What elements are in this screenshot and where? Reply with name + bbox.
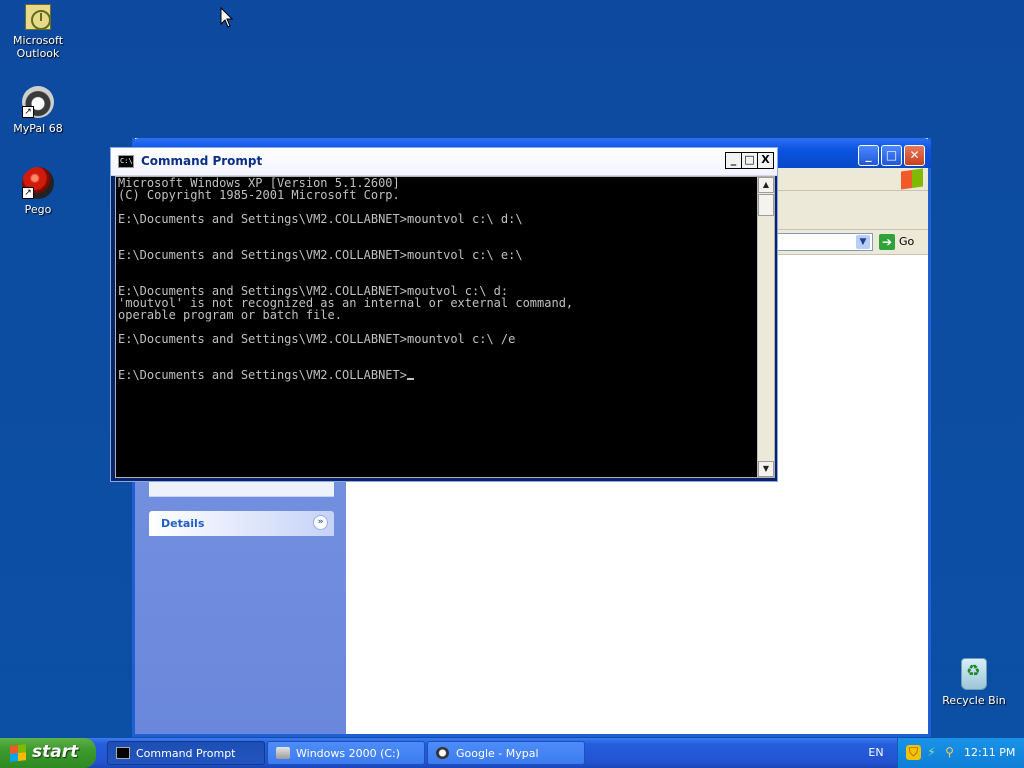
console-area[interactable]: Microsoft Windows XP [Version 5.1.2600] … [115, 176, 775, 478]
desktop-icon-label: Microsoft Outlook [0, 34, 76, 60]
go-arrow-icon: ➔ [879, 234, 895, 250]
console-line: (C) Copyright 1985-2001 Microsoft Corp. [118, 188, 400, 202]
outlook-icon [25, 4, 51, 30]
console-output[interactable]: Microsoft Windows XP [Version 5.1.2600] … [118, 177, 756, 477]
details-label: Details [161, 517, 205, 530]
clock[interactable]: 12:11 PM [964, 738, 1015, 768]
taskbar-button-windows-2000[interactable]: Windows 2000 (C:) [267, 741, 425, 765]
console-line: operable program or batch file. [118, 308, 342, 322]
details-panel-header[interactable]: Details » [149, 511, 334, 536]
desktop-icon-label: Recycle Bin [942, 694, 1006, 707]
explorer-close-button[interactable]: ✕ [904, 145, 925, 166]
window-title: Command Prompt [141, 154, 263, 168]
explorer-maximize-button[interactable]: □ [881, 145, 902, 166]
start-button[interactable]: start [0, 738, 96, 768]
drive-icon [276, 747, 290, 759]
close-button[interactable]: X [757, 152, 774, 169]
taskbar-button-label: Command Prompt [136, 747, 236, 760]
outlook-label-line2: Outlook [16, 47, 60, 60]
maximize-button[interactable]: □ [741, 152, 758, 169]
taskbar: start Command Prompt Windows 2000 (C:) G… [0, 738, 1024, 768]
desktop-icon-outlook[interactable]: Microsoft Outlook [0, 4, 76, 60]
go-label: Go [899, 235, 915, 248]
go-button[interactable]: ➔ Go [879, 233, 914, 251]
shortcut-arrow-icon: ↗ [22, 106, 34, 118]
address-input[interactable]: ▼ [775, 233, 873, 251]
mypal-icon [436, 747, 449, 759]
recycle-bin-icon [961, 658, 987, 690]
chevron-down-icon[interactable]: ▼ [856, 235, 870, 249]
vertical-scrollbar[interactable]: ▲ ▼ [757, 177, 774, 477]
desktop-icon-label: Pego [24, 203, 52, 216]
cmd-titlebar[interactable]: C:\ Command Prompt _ □ X [111, 148, 777, 176]
language-indicator[interactable]: EN [862, 738, 890, 768]
start-label: start [32, 742, 79, 762]
network-icon[interactable]: ⚡ [924, 745, 939, 760]
scroll-thumb[interactable] [758, 194, 774, 216]
mouse-pointer-icon [220, 7, 234, 28]
taskbar-button-command-prompt[interactable]: Command Prompt [107, 741, 265, 765]
cmd-icon [116, 747, 130, 759]
desktop-icon-label: MyPal 68 [13, 122, 63, 135]
system-tray: ⛉ ⚡ ⚲ 12:11 PM [897, 738, 1024, 768]
pego-icon: ↗ [22, 167, 54, 199]
console-line: E:\Documents and Settings\VM2.COLLABNET>… [118, 212, 523, 226]
console-line: E:\Documents and Settings\VM2.COLLABNET>… [118, 332, 516, 346]
windows-logo-icon [10, 744, 26, 762]
chevron-down-icon[interactable]: » [313, 515, 328, 530]
outlook-label-line1: Microsoft [12, 34, 64, 47]
security-shield-icon[interactable]: ⛉ [906, 745, 921, 760]
scroll-down-icon[interactable]: ▼ [758, 461, 774, 477]
taskbar-button-label: Google - Mypal [456, 747, 539, 760]
command-prompt-window[interactable]: C:\ Command Prompt _ □ X Microsoft Windo… [110, 147, 778, 482]
taskbar-button-label: Windows 2000 (C:) [296, 747, 401, 760]
mypal-icon: ↗ [22, 86, 54, 118]
desktop-icon-pego[interactable]: ↗ Pego [0, 167, 76, 216]
explorer-minimize-button[interactable]: _ [858, 145, 879, 166]
windows-logo-icon [901, 168, 923, 190]
console-line: E:\Documents and Settings\VM2.COLLABNET>… [118, 248, 523, 262]
scroll-up-icon[interactable]: ▲ [758, 177, 774, 193]
desktop-icon-mypal[interactable]: ↗ MyPal 68 [0, 86, 76, 135]
desktop-icon-recycle-bin[interactable]: Recycle Bin [936, 658, 1012, 707]
taskbar-button-google-mypal[interactable]: Google - Mypal [427, 741, 585, 765]
cmd-icon: C:\ [118, 155, 134, 168]
minimize-button[interactable]: _ [725, 152, 742, 169]
text-cursor [406, 378, 414, 380]
console-prompt: E:\Documents and Settings\VM2.COLLABNET> [118, 368, 407, 382]
search-icon[interactable]: ⚲ [942, 745, 957, 760]
shortcut-arrow-icon: ↗ [22, 187, 34, 199]
